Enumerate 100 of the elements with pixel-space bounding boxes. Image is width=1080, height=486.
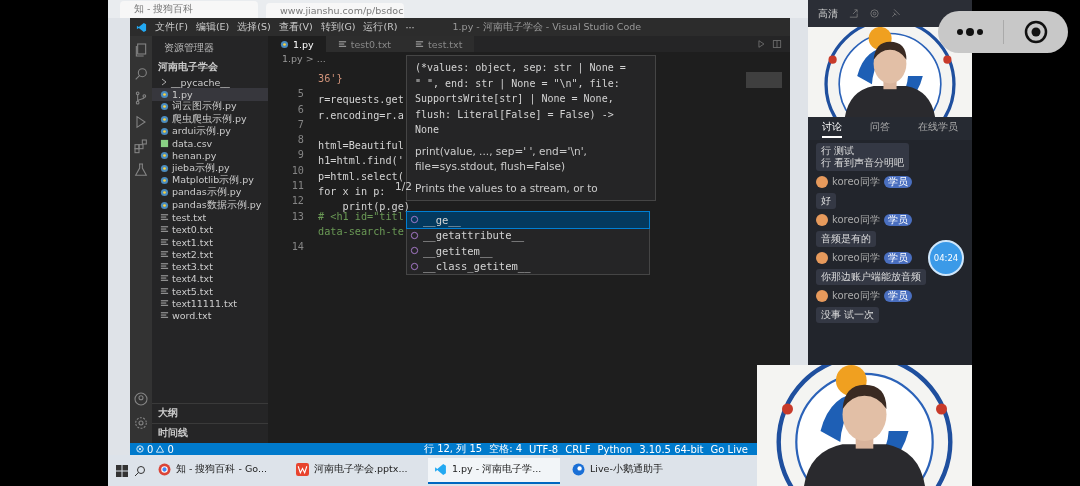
file-item[interactable]: ardui示例.py [152,125,268,138]
run-icon[interactable] [756,39,766,49]
user-name: koreo同学 [832,252,880,264]
status-item[interactable]: CRLF [565,443,591,455]
chat-tab[interactable]: 讨论 [822,121,842,138]
warning-count[interactable]: 0 [167,443,174,455]
menu-item[interactable]: ··· [405,21,415,33]
file-item[interactable]: data.csv [152,137,268,150]
role-badge: 学员 [883,252,912,264]
browser-tab[interactable]: 知 - 搜狗百科 [120,1,258,18]
taskbar-app[interactable]: 知 - 搜狗百科 - Go... [152,457,284,484]
branch-icon[interactable] [133,90,149,106]
role-badge: 学员 [883,176,912,188]
chat-message: 没事 试一次 [816,307,880,323]
menu-item[interactable]: 运行(R) [363,20,398,34]
code-line: 36'} [318,72,343,86]
avatar [816,252,828,264]
split-icon[interactable] [772,39,782,49]
settings-icon[interactable] [869,8,880,19]
chat-tab[interactable]: 在线学员 [918,121,958,138]
share-icon[interactable] [848,8,859,19]
slides-icon [296,463,309,476]
flask-icon[interactable] [133,162,149,178]
status-item[interactable]: Go Live [710,443,748,455]
panel-section[interactable]: 大纲 [152,403,268,423]
line-number: 8 [296,133,305,148]
doc-signature: print(value, ..., sep=' ', end='\n', file=sys.stdout, flush=False) [415,143,588,174]
quality-selector[interactable]: 高清 [818,7,838,20]
start-icon[interactable] [116,464,128,477]
line-number: 5 [296,87,305,102]
signature-line: flush: Literal[False] = False) -> [415,107,615,122]
file-item[interactable]: test.txt [152,211,268,224]
suggestion-item[interactable]: __ge__ [407,212,649,228]
breadcrumb: 1.py > ... [281,52,327,65]
extensions-icon[interactable] [133,138,149,154]
status-item[interactable]: 3.10.5 64-bit [639,443,704,455]
file-item[interactable]: 词云图示例.py [152,100,268,113]
files-icon[interactable] [133,42,149,58]
search-icon[interactable] [133,66,149,82]
taskbar-app[interactable]: 1.py - 河南电子学... [428,457,560,484]
file-item[interactable]: text11111.txt [152,297,268,310]
file-item[interactable]: text5.txt [152,285,268,298]
file-item[interactable]: henan.py [152,149,268,163]
search-icon[interactable] [134,464,146,477]
text-file-icon [160,286,169,296]
menu-item[interactable]: 编辑(E) [195,20,230,34]
target-icon [1023,20,1048,44]
editor-tab[interactable]: test.txt [403,36,475,52]
file-item[interactable]: word.txt [152,309,268,322]
signature-line: (*values: object, sep: str | None = [415,61,627,76]
status-item[interactable]: 行 12, 列 15 [423,442,483,456]
file-item[interactable]: __pycache__ [152,76,268,89]
chat-message: 你那边账户端能放音频 [816,269,926,285]
status-item[interactable]: Python [597,443,633,455]
avatar [816,176,828,188]
error-icon [136,445,144,453]
file-item[interactable]: text1.txt [152,235,268,249]
table-file-icon [160,139,169,149]
file-item[interactable]: pandas数据示例.py [152,198,268,212]
line-number: 9 [296,148,305,163]
file-item[interactable]: jieba示例.py [152,162,268,175]
line-number: 10 [290,163,305,178]
file-item[interactable]: text0.txt [152,223,268,236]
file-item[interactable]: 1.py [152,88,268,101]
browser-tab[interactable]: www.jianshu.com/p/bsdoc [266,3,404,18]
menu-item[interactable]: 文件(F) [155,20,188,34]
text-file-icon [160,299,169,308]
line-number: 6 [296,102,305,117]
code-line: html=Beautiful [318,139,404,148]
file-item[interactable]: Matplotlib示例.py [152,174,268,187]
file-item[interactable]: pandas示例.py [152,186,268,199]
user-name: koreo同学 [832,214,880,226]
editor-tab[interactable]: test0.txt [325,36,404,52]
suggestion-item[interactable]: __getitem__ [407,243,649,259]
error-count[interactable]: 0 [147,443,154,455]
suggestion-item[interactable]: __class_getitem__ [407,258,649,274]
file-item[interactable]: 爬虫爬虫示例.py [152,112,268,126]
chat-tab[interactable]: 问答 [870,121,890,138]
status-item[interactable]: 空格: 4 [489,442,523,456]
python-file-icon [280,39,289,49]
taskbar-app[interactable]: Live-小鹅通助手 [566,457,698,484]
live-app-icon [572,463,585,476]
avatar [816,290,828,302]
file-item[interactable]: text4.txt [152,272,268,286]
menu-item[interactable]: 选择(S) [237,20,271,34]
folder-name[interactable]: 河南电子学会 [152,59,268,76]
text-file-icon [415,39,425,49]
taskbar-app[interactable]: 河南电子学会.pptx... [290,457,422,484]
file-item[interactable]: text2.txt [152,248,268,261]
file-item[interactable]: text3.txt [152,260,268,273]
account-icon[interactable] [133,391,149,407]
editor-tab[interactable]: 1.py [268,36,326,52]
suggestion-item[interactable]: __getattribute__ [407,227,649,243]
pin-icon[interactable] [890,8,901,19]
status-item[interactable]: UTF-8 [529,443,559,455]
menu-item[interactable]: 转到(G) [320,20,356,34]
text-file-icon [160,274,169,284]
role-badge: 学员 [883,290,912,302]
settings-icon[interactable] [133,415,149,431]
menu-item[interactable]: 查看(V) [278,20,313,34]
